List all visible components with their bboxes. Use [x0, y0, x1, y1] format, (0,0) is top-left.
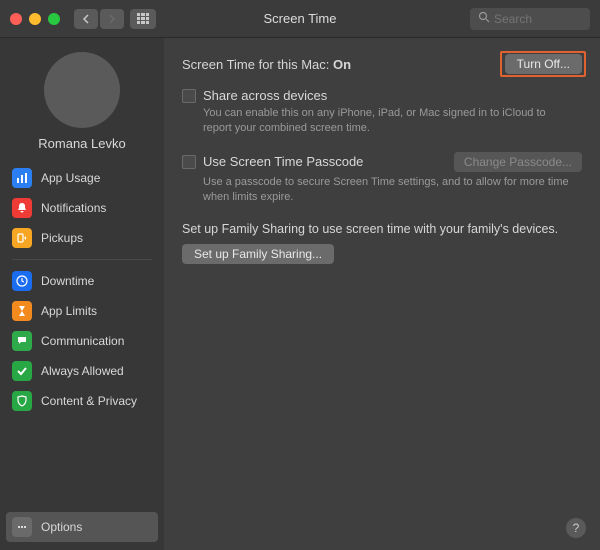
check-icon [12, 361, 32, 381]
sidebar-item-label: Options [41, 520, 82, 534]
chat-icon [12, 331, 32, 351]
search-icon [478, 11, 490, 26]
passcode-label: Use Screen Time Passcode [203, 154, 363, 169]
forward-button [100, 9, 124, 29]
screentime-status: Screen Time for this Mac: On [182, 57, 351, 72]
search-input[interactable] [494, 12, 584, 26]
sidebar-item-label: Notifications [41, 201, 106, 215]
sidebar-item-label: Content & Privacy [41, 394, 137, 408]
sidebar-item-options[interactable]: Options [6, 512, 158, 542]
help-button[interactable]: ? [566, 518, 586, 538]
chevron-left-icon [82, 14, 90, 24]
sidebar-item-label: Pickups [41, 231, 83, 245]
zoom-icon[interactable] [48, 13, 60, 25]
minimize-icon[interactable] [29, 13, 41, 25]
share-devices-label: Share across devices [203, 88, 327, 103]
sidebar-item-label: App Limits [41, 304, 97, 318]
sidebar-item-label: Communication [41, 334, 124, 348]
preferences-window: Screen Time Romana Levko App Usage Notif… [0, 0, 600, 550]
change-passcode-button: Change Passcode... [454, 152, 582, 172]
status-prefix: Screen Time for this Mac: [182, 57, 333, 72]
sidebar-item-label: Downtime [41, 274, 94, 288]
turn-off-button[interactable]: Turn Off... [505, 54, 582, 74]
sidebar-item-communication[interactable]: Communication [0, 326, 164, 356]
sidebar-divider [12, 259, 152, 260]
status-value: On [333, 57, 351, 72]
clock-icon [12, 271, 32, 291]
avatar [44, 52, 120, 128]
passcode-desc: Use a passcode to secure Screen Time set… [203, 175, 573, 205]
share-devices-checkbox[interactable] [182, 89, 196, 103]
sidebar-item-app-limits[interactable]: App Limits [0, 296, 164, 326]
sidebar-item-always-allowed[interactable]: Always Allowed [0, 356, 164, 386]
titlebar: Screen Time [0, 0, 600, 38]
family-sharing-button[interactable]: Set up Family Sharing... [182, 244, 334, 264]
hourglass-icon [12, 301, 32, 321]
window-body: Romana Levko App Usage Notifications Pic… [0, 38, 600, 550]
window-title: Screen Time [264, 11, 337, 26]
share-devices-desc: You can enable this on any iPhone, iPad,… [203, 106, 573, 136]
window-controls [10, 13, 60, 25]
shield-icon [12, 391, 32, 411]
sidebar-item-downtime[interactable]: Downtime [0, 266, 164, 296]
sidebar-item-label: Always Allowed [41, 364, 124, 378]
sidebar-item-label: App Usage [41, 171, 100, 185]
sidebar-item-notifications[interactable]: Notifications [0, 193, 164, 223]
grid-icon [137, 13, 149, 25]
sidebar-item-pickups[interactable]: Pickups [0, 223, 164, 253]
search-field[interactable] [470, 8, 590, 30]
bars-icon [12, 168, 32, 188]
sidebar: Romana Levko App Usage Notifications Pic… [0, 38, 164, 550]
family-sharing-text: Set up Family Sharing to use screen time… [182, 222, 582, 236]
ellipsis-icon [12, 517, 32, 537]
pickup-icon [12, 228, 32, 248]
sidebar-item-app-usage[interactable]: App Usage [0, 163, 164, 193]
close-icon[interactable] [10, 13, 22, 25]
passcode-checkbox[interactable] [182, 155, 196, 169]
chevron-right-icon [108, 14, 116, 24]
bell-icon [12, 198, 32, 218]
show-all-button[interactable] [130, 9, 156, 29]
sidebar-item-content-privacy[interactable]: Content & Privacy [0, 386, 164, 416]
back-button[interactable] [74, 9, 98, 29]
username-label: Romana Levko [0, 136, 164, 151]
content-pane: Screen Time for this Mac: On Turn Off...… [164, 38, 600, 550]
nav-buttons [74, 9, 124, 29]
